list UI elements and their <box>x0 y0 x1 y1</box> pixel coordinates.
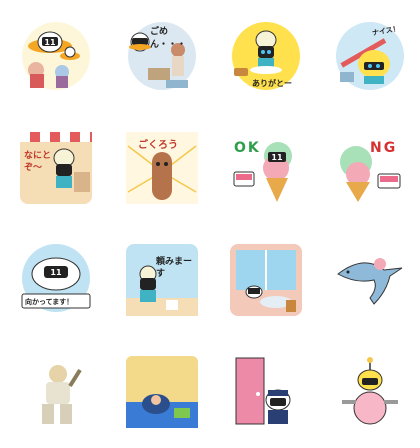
sticker-text: 向かってます！ <box>25 298 74 306</box>
pink-ball-robot-illustration <box>342 357 398 425</box>
sticker-text: ごめん・・・ <box>150 27 187 50</box>
sticker-please[interactable]: 頼みまーす <box>126 244 198 316</box>
sticker-text: ありがとー <box>252 79 292 88</box>
sticker-text: ごくろう <box>138 140 178 151</box>
door-police-illustration <box>235 357 291 425</box>
robot-scientist-illustration: 11 <box>22 22 90 90</box>
sticker-pink-ball-robot[interactable] <box>334 356 406 428</box>
sticker-text: NG <box>370 140 398 156</box>
svg-text:11: 11 <box>50 268 62 277</box>
sticker-ng-ice-cream[interactable]: NG <box>334 132 406 204</box>
sticker-good-job[interactable]: ごくろう <box>126 132 198 204</box>
sticker-dolphin[interactable] <box>334 244 406 316</box>
sticker-bat-swing[interactable]: ナイス！ <box>334 20 406 92</box>
sticker-baseball-catcher[interactable] <box>20 356 92 428</box>
sticker-robot-and-dog-scientists[interactable]: 11 <box>20 20 92 92</box>
window-view-illustration <box>230 244 302 316</box>
sticker-text: OK <box>234 140 261 156</box>
dolphin-illustration <box>337 258 403 305</box>
sticker-door-police[interactable] <box>230 356 302 428</box>
sticker-ok-ice-cream[interactable]: 11 OK <box>230 132 302 204</box>
sticker-what-is-it[interactable]: なにとぞ〜 <box>20 132 92 204</box>
sticker-thank-you[interactable]: ありがとー <box>230 22 302 94</box>
diver-illustration <box>126 356 198 428</box>
sticker-diver[interactable] <box>126 356 198 428</box>
catcher-illustration <box>42 365 82 424</box>
sticker-on-my-way[interactable]: 11 向かってます！ <box>20 244 92 316</box>
svg-text:11: 11 <box>44 38 56 47</box>
sticker-grid: 11 ごめん・・・ ありがとー ナイス！ なにとぞ〜 ごくろう 11 OK NG… <box>0 0 420 448</box>
svg-text:11: 11 <box>271 153 283 162</box>
sticker-window-view[interactable] <box>230 244 302 316</box>
sticker-text: なにとぞ〜 <box>24 151 52 173</box>
sticker-text: 頼みまーす <box>156 257 193 279</box>
sticker-sorry-apology[interactable]: ごめん・・・ <box>126 20 198 92</box>
please-illustration <box>126 244 198 316</box>
